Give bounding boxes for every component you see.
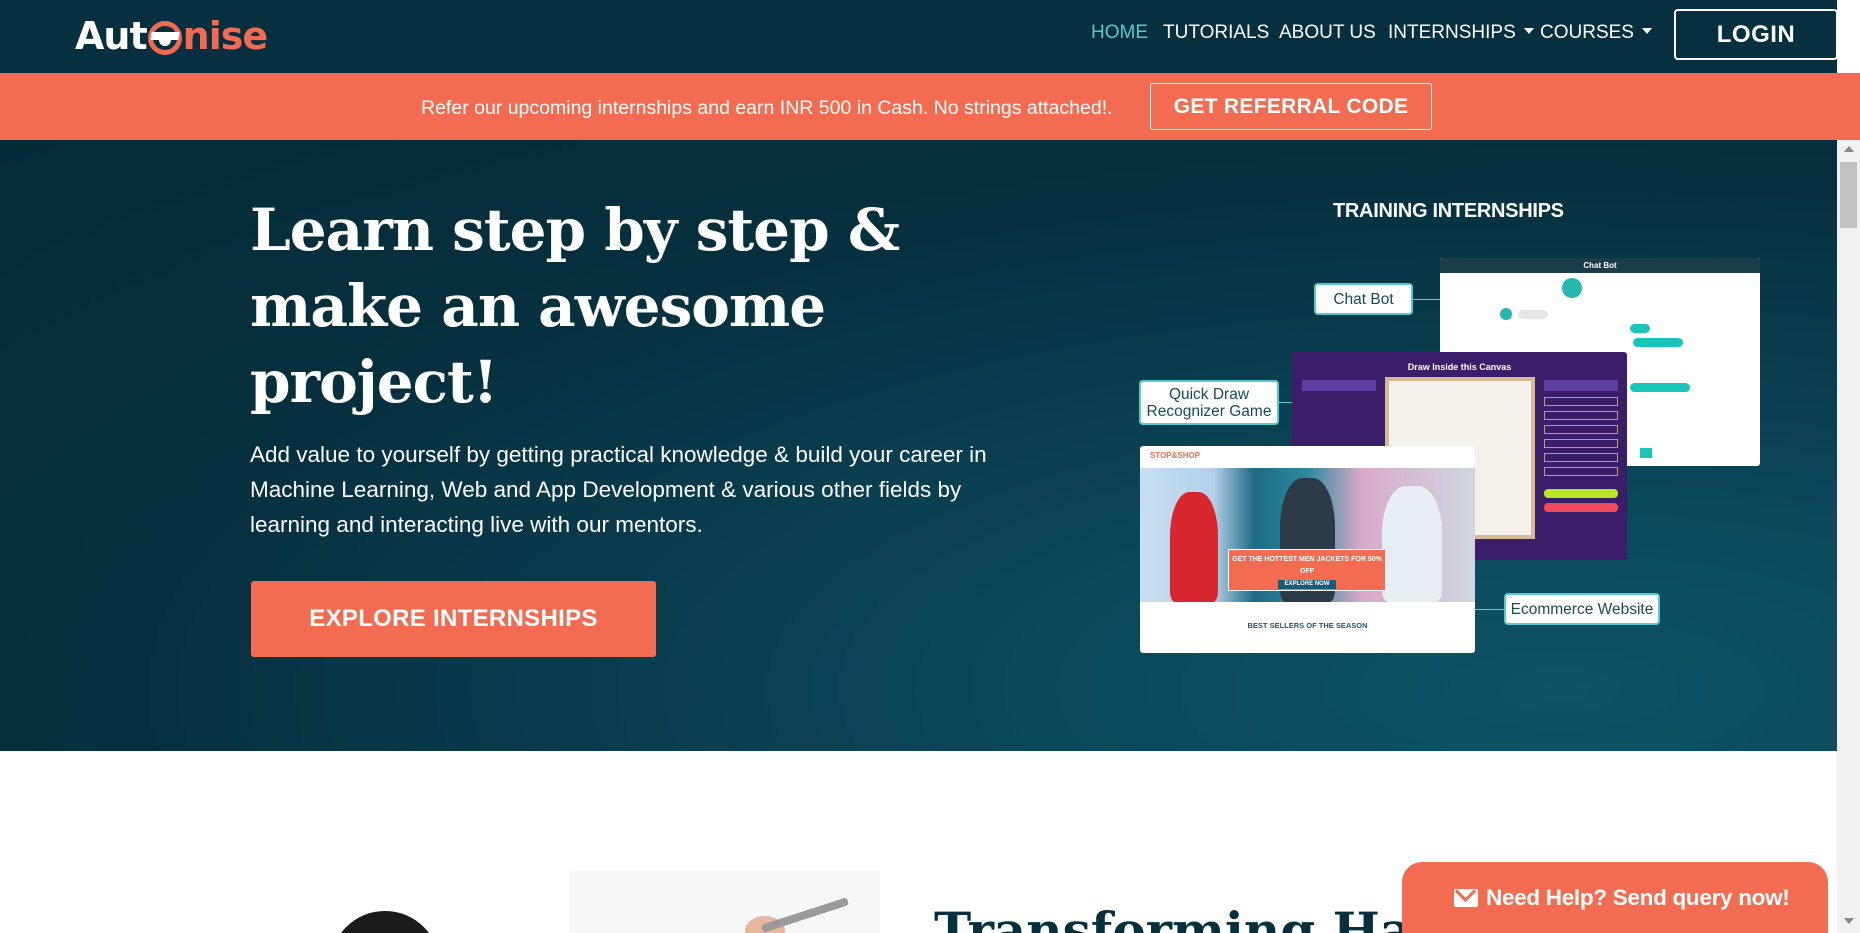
label-option xyxy=(1544,453,1618,462)
chevron-down-icon xyxy=(1523,27,1534,34)
callout-connector xyxy=(1278,402,1292,403)
confirm-selection-pill xyxy=(1544,489,1618,498)
nav-about-us[interactable]: ABOUT US xyxy=(1279,22,1376,44)
shop-subtitle: BEST SELLERS OF THE SEASON xyxy=(1247,621,1368,630)
quickdraw-callout: Quick Draw Recognizer Game xyxy=(1139,380,1279,425)
get-referral-code-button[interactable]: GET REFERRAL CODE xyxy=(1150,83,1432,130)
nav-courses-label: COURSES xyxy=(1540,22,1634,43)
need-help-button[interactable]: Need Help? Send query now! xyxy=(1402,862,1828,933)
quickdraw-labels-header xyxy=(1544,380,1618,391)
chevron-down-icon xyxy=(1641,27,1652,34)
chatbot-panel-header: Chat Bot xyxy=(1440,258,1760,273)
shop-banner-text: GET THE HOTTEST MEN JACKETS FOR 50% OFF xyxy=(1232,556,1382,575)
quickdraw-steps-header xyxy=(1302,380,1376,391)
nav-home[interactable]: HOME xyxy=(1091,22,1148,44)
mentor-illustration xyxy=(330,911,440,933)
hero-description: Add value to yourself by getting practic… xyxy=(250,442,987,537)
chat-bubble xyxy=(1518,310,1548,319)
referral-banner: Refer our upcoming internships and earn … xyxy=(0,73,1860,140)
nav-internships-label: INTERNSHIPS xyxy=(1388,22,1516,43)
clear-canvas-pill xyxy=(1544,503,1618,512)
chat-bubble xyxy=(1633,338,1683,347)
ecommerce-screenshot: STOP&SHOP GET THE HOTTEST MEN JACKETS FO… xyxy=(1140,446,1475,653)
mail-icon xyxy=(1454,889,1478,907)
callout-connector xyxy=(1475,609,1505,610)
label-option xyxy=(1544,439,1618,448)
referral-text: Refer our upcoming internships and earn … xyxy=(421,97,1113,119)
label-option xyxy=(1544,467,1618,476)
ecommerce-callout: Ecommerce Website xyxy=(1504,593,1660,625)
model-red-jacket xyxy=(1170,492,1218,602)
scrollbar-thumb[interactable] xyxy=(1840,162,1857,228)
label-option xyxy=(1544,411,1618,420)
label-option xyxy=(1544,425,1618,434)
label-option xyxy=(1544,397,1618,406)
scroll-down-arrow-icon[interactable] xyxy=(1844,918,1854,924)
hero-section: Learn step by step & make an awesome pro… xyxy=(0,140,1837,751)
page-scrollbar[interactable] xyxy=(1837,140,1860,933)
graduation-cap-icon xyxy=(147,21,182,55)
logo-text-start: Aut xyxy=(75,14,148,58)
quickdraw-panel-header: Draw Inside this Canvas xyxy=(1407,362,1512,372)
shop-top-bar: STOP&SHOP xyxy=(1140,446,1475,466)
login-button[interactable]: LOGIN xyxy=(1674,9,1838,60)
training-internships-title: TRAINING INTERNSHIPS xyxy=(1333,200,1564,222)
section-title: Transforming Ha xyxy=(934,901,1413,933)
explore-internships-button[interactable]: EXPLORE INTERNSHIPS xyxy=(251,581,656,657)
send-icon xyxy=(1640,448,1652,458)
model-white-jacket xyxy=(1382,486,1442,602)
nav-tutorials[interactable]: TUTORIALS xyxy=(1163,22,1269,44)
shop-promo-banner: GET THE HOTTEST MEN JACKETS FOR 50% OFF … xyxy=(1228,549,1386,591)
top-navbar: Aut nise HOME TUTORIALS ABOUT US INTERNSH… xyxy=(0,0,1838,73)
bot-avatar-icon xyxy=(1562,278,1582,298)
nav-courses[interactable]: COURSES xyxy=(1540,22,1652,44)
hero-title: Learn step by step & make an awesome pro… xyxy=(250,196,900,416)
bot-avatar-icon xyxy=(1500,308,1512,320)
autonise-logo[interactable]: Aut nise xyxy=(75,14,268,58)
chatbot-callout: Chat Bot xyxy=(1314,283,1413,315)
chat-bubble xyxy=(1630,324,1650,333)
shop-explore-now: EXPLORE NOW xyxy=(1278,580,1336,589)
chat-bubble xyxy=(1630,383,1690,392)
scroll-up-arrow-icon[interactable] xyxy=(1844,146,1854,152)
logo-text-end: nise xyxy=(182,14,268,58)
shop-brand: STOP&SHOP xyxy=(1150,451,1201,460)
nav-internships[interactable]: INTERNSHIPS xyxy=(1388,22,1534,44)
callout-connector xyxy=(1412,299,1440,300)
need-help-label: Need Help? Send query now! xyxy=(1486,885,1790,910)
